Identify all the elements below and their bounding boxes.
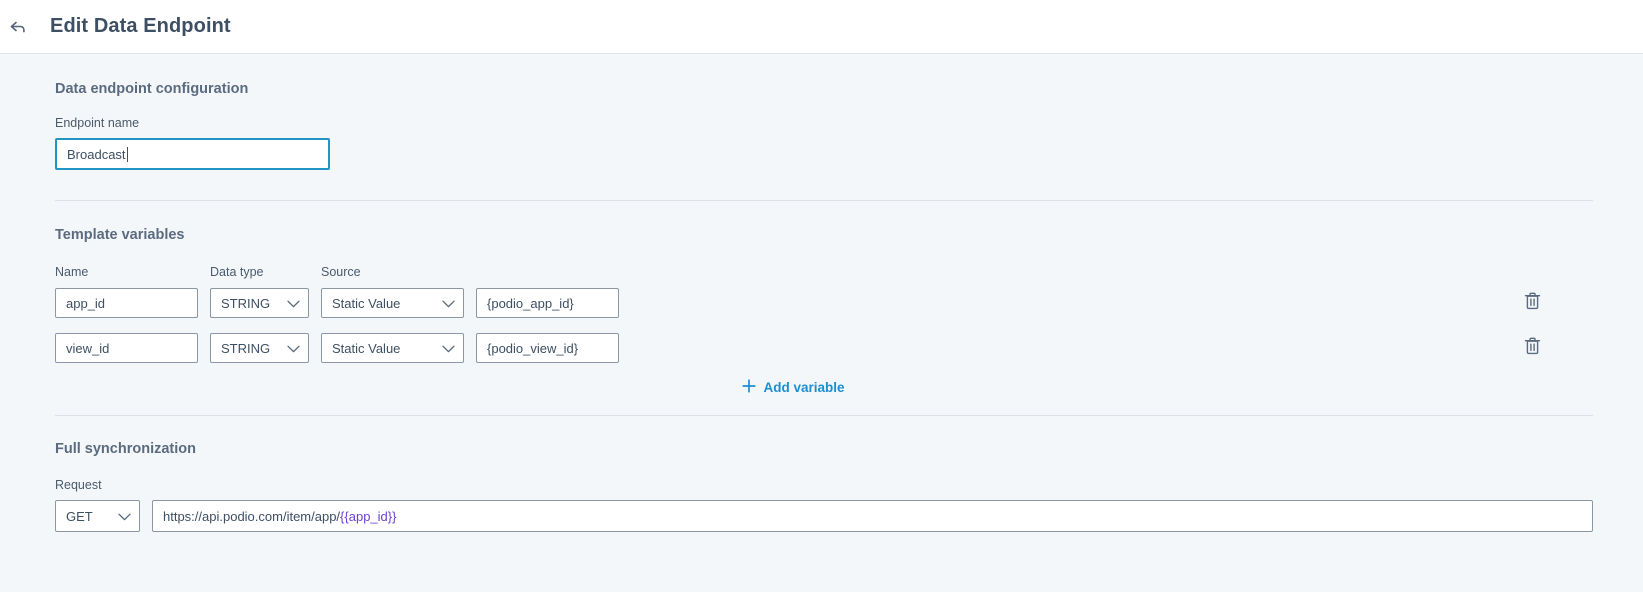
page-title: Edit Data Endpoint (50, 15, 231, 37)
variable-name-input-1[interactable]: view_id (55, 333, 198, 363)
variable-name-value-0: app_id (66, 295, 106, 311)
variable-value-text-0: {podio_app_id} (487, 295, 574, 311)
column-header-data-type: Data type (210, 265, 264, 279)
app-header: Edit Data Endpoint (0, 0, 1643, 54)
table-row: view_id STRING Static Value {podio_view_… (55, 333, 1593, 363)
http-method-value: GET (66, 508, 93, 524)
column-header-source: Source (321, 265, 361, 279)
text-cursor (126, 146, 128, 162)
variable-source-select-0[interactable]: Static Value (321, 288, 464, 318)
section-title-data-endpoint-configuration: Data endpoint configuration (55, 81, 249, 97)
variable-source-select-1[interactable]: Static Value (321, 333, 464, 363)
chevron-down-icon (442, 341, 455, 356)
delete-variable-button-1[interactable] (1521, 336, 1543, 360)
trash-icon (1524, 292, 1541, 315)
variable-name-value-1: view_id (66, 340, 110, 356)
section-title-full-synchronization: Full synchronization (55, 441, 196, 457)
chevron-down-icon (118, 509, 131, 524)
chevron-down-icon (287, 341, 300, 356)
chevron-down-icon (287, 296, 300, 311)
variable-name-input-0[interactable]: app_id (55, 288, 198, 318)
endpoint-name-label: Endpoint name (55, 116, 140, 130)
page-body: Data endpoint configuration Endpoint nam… (0, 54, 1643, 532)
endpoint-name-input[interactable]: Broadcast (55, 138, 330, 170)
chevron-down-icon (442, 296, 455, 311)
variable-value-input-1[interactable]: {podio_view_id} (476, 333, 619, 363)
variable-data-type-select-1[interactable]: STRING (210, 333, 309, 363)
request-row: GET https://api.podio.com/item/app/{{app… (55, 500, 1593, 532)
plus-icon (742, 379, 757, 396)
add-variable-label: Add variable (763, 380, 845, 395)
request-url-template-token: {{app_id}} (340, 508, 397, 524)
variable-value-text-1: {podio_view_id} (487, 340, 579, 356)
delete-variable-button-0[interactable] (1521, 291, 1543, 315)
table-row: app_id STRING Static Value {podio_app_id… (55, 288, 1593, 318)
column-header-name: Name (55, 265, 89, 279)
variable-source-value-1: Static Value (332, 340, 401, 356)
variable-data-type-value-1: STRING (221, 340, 271, 356)
template-variables-column-headers: Name Data type Source (55, 265, 1593, 279)
endpoint-name-value: Broadcast (67, 146, 126, 162)
request-url-input[interactable]: https://api.podio.com/item/app/{{app_id}… (152, 500, 1593, 532)
variable-value-input-0[interactable]: {podio_app_id} (476, 288, 619, 318)
content-container: Data endpoint configuration Endpoint nam… (55, 54, 1593, 532)
request-url-prefix: https://api.podio.com/item/app/ (163, 508, 341, 524)
trash-icon (1524, 337, 1541, 360)
variable-data-type-select-0[interactable]: STRING (210, 288, 309, 318)
http-method-select[interactable]: GET (55, 500, 140, 532)
variable-source-value-0: Static Value (332, 295, 401, 311)
back-button[interactable] (4, 13, 32, 41)
add-variable-button[interactable]: Add variable (742, 379, 845, 396)
section-title-template-variables: Template variables (55, 227, 185, 243)
back-arrow-icon (9, 19, 27, 35)
variable-data-type-value-0: STRING (221, 295, 271, 311)
request-label: Request (55, 478, 102, 492)
